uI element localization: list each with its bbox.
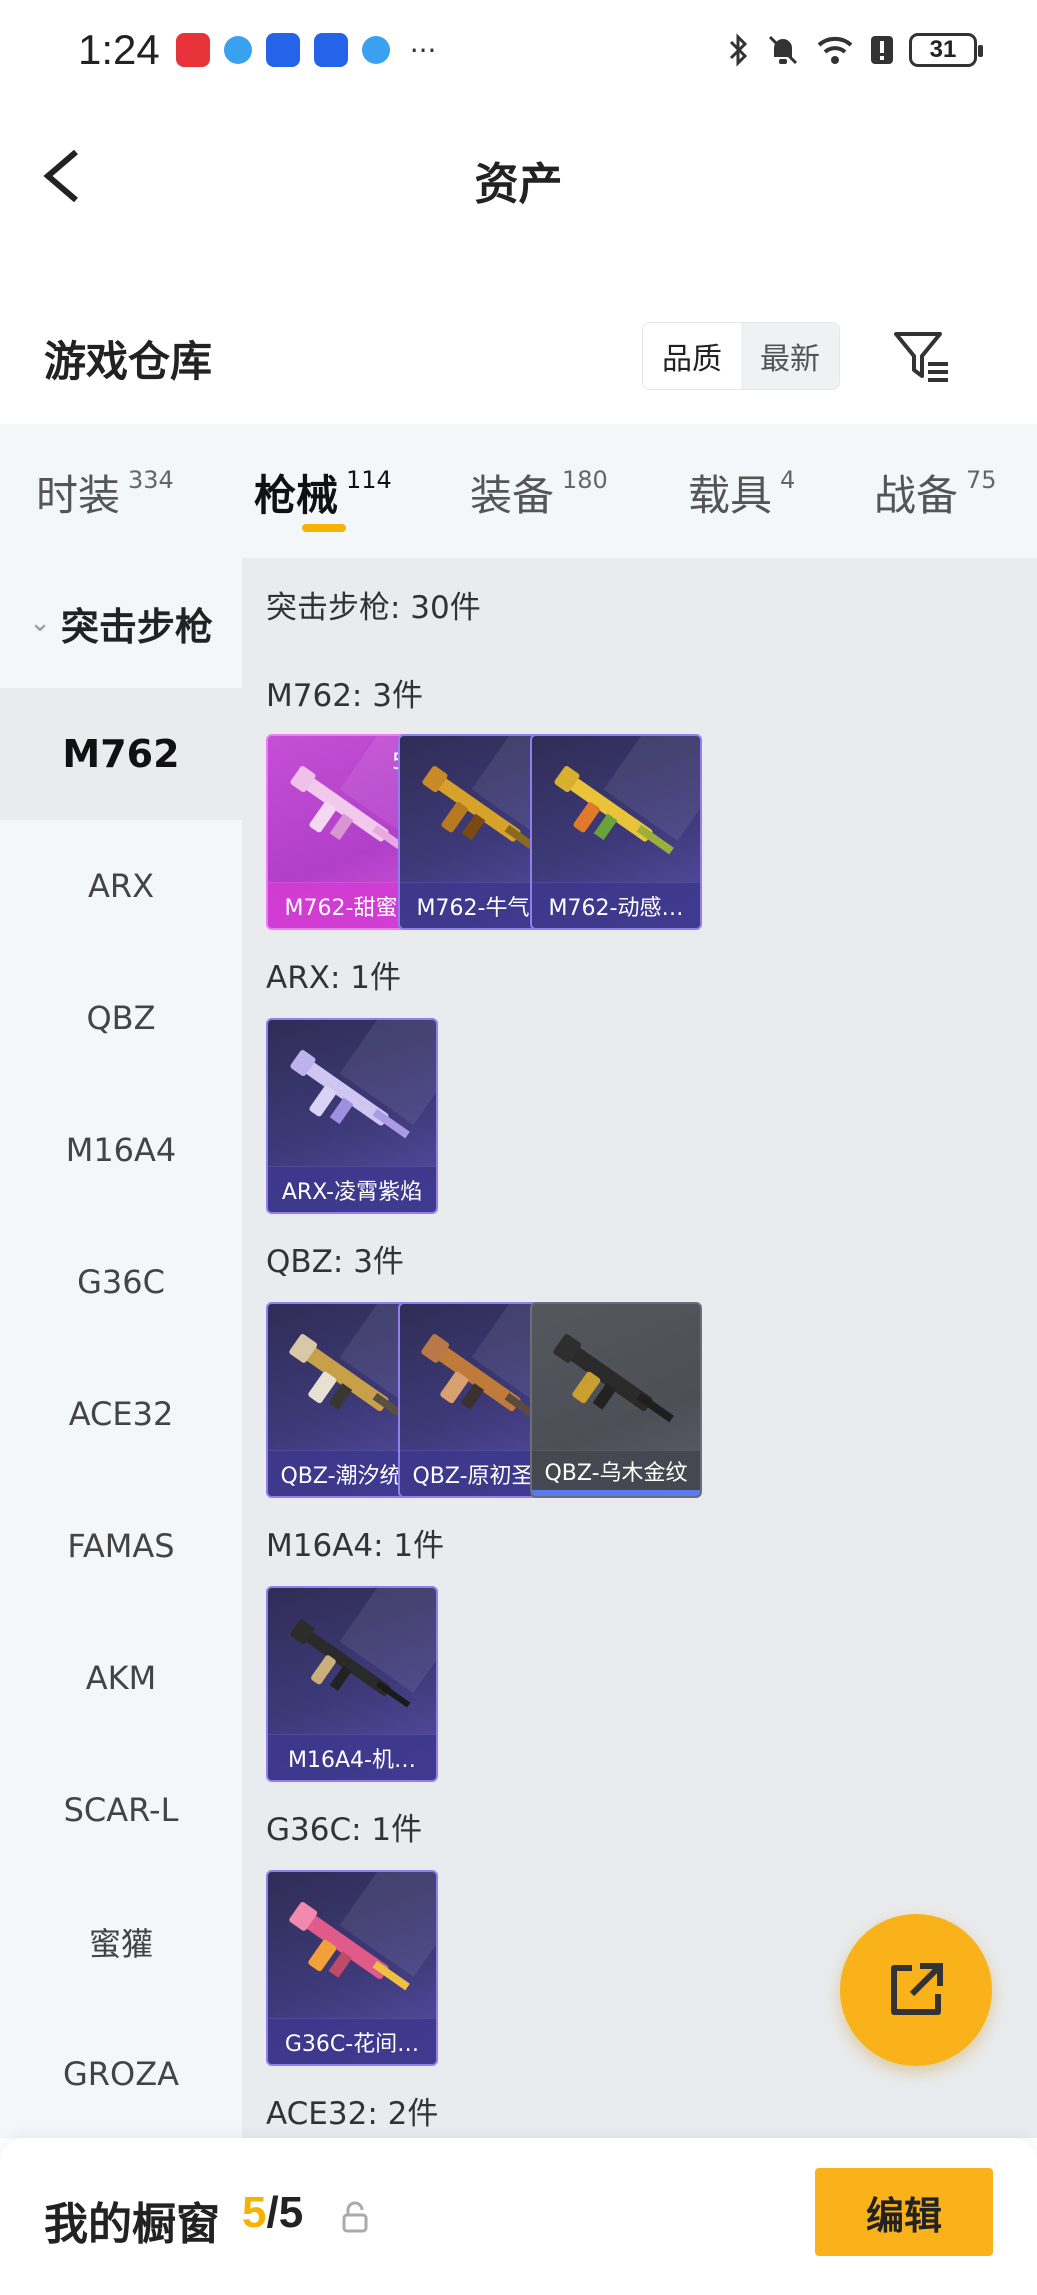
share-external-icon [891, 1963, 943, 2015]
section-title: M762: 3件 [266, 678, 423, 714]
bulb-app-icon-2 [313, 33, 348, 67]
tab-count: 180 [562, 466, 608, 494]
sidebar-item-g36c[interactable]: G36C [0, 1216, 242, 1348]
sidebar-item-akm[interactable]: AKM [0, 1612, 242, 1744]
tab-label: 战备 [874, 471, 959, 520]
section-title: M16A4: 1件 [266, 1528, 445, 1564]
sidebar-item-arx[interactable]: ARX [0, 820, 242, 952]
weapon-skin-card[interactable]: QBZ-乌木金纹 [530, 1302, 702, 1498]
lock-icon [342, 2201, 368, 2233]
category-tabs: 时装 334 枪械 114 装备 180 载具 4 战备 75 [0, 424, 1037, 558]
bulb-app-icon [265, 33, 300, 67]
tab-count: 75 [966, 466, 997, 494]
sidebar-item-honey-badger[interactable]: 蜜獾 [0, 1876, 242, 2008]
weapon-skin-card[interactable]: M16A4-机… [266, 1586, 438, 1782]
showcase-count-total: /5 [266, 2188, 304, 2237]
sort-toggle: 品质 最新 [642, 322, 840, 390]
tab-fashion[interactable]: 时装 334 [36, 462, 174, 523]
tab-supplies[interactable]: 战备 75 [874, 462, 997, 523]
tab-count: 4 [780, 466, 796, 494]
rifle-image [290, 1619, 411, 1708]
weapon-skin-card[interactable]: G36C-花间… [266, 1870, 438, 2066]
sidebar-item-scar-l[interactable]: SCAR-L [0, 1744, 242, 1876]
tab-vehicles[interactable]: 载具 4 [688, 462, 795, 523]
share-fab-button[interactable] [840, 1914, 992, 2066]
alert-icon [871, 36, 893, 64]
system-icons: 31 [727, 33, 983, 67]
section-title: ACE32: 2件 [266, 2096, 439, 2132]
tab-firearms[interactable]: 枪械 114 [254, 462, 392, 523]
sidebar-item-m762[interactable]: M762 [0, 688, 242, 820]
filter-button[interactable] [892, 326, 952, 386]
skin-name: M16A4-机… [268, 1734, 436, 1780]
status-time: 1:24 [78, 26, 160, 73]
mute-bell-icon [768, 35, 798, 65]
rifle-image [290, 1050, 410, 1139]
sidebar-item-famas[interactable]: FAMAS [0, 1480, 242, 1612]
tab-label: 枪械 [254, 471, 339, 520]
warehouse-title: 游戏仓库 [44, 337, 213, 386]
edit-button[interactable]: 编辑 [815, 2168, 993, 2256]
category-summary: 突击步枪: 30件 [266, 590, 481, 626]
battery-indicator: 31 [909, 33, 983, 67]
sort-by-quality[interactable]: 品质 [643, 323, 741, 389]
notification-icons: ··· [175, 33, 437, 67]
skin-name: ARX-凌霄紫焰 [268, 1166, 436, 1212]
battery-level: 31 [929, 36, 957, 63]
rifle-image [553, 1334, 674, 1423]
sidebar-group-assault-rifle[interactable]: ⌄ 突击步枪 [0, 558, 242, 688]
tab-label: 装备 [470, 471, 555, 520]
showcase-count: 5/5 [242, 2188, 303, 2238]
active-tab-indicator [302, 524, 346, 532]
chevron-down-icon: ⌄ [29, 608, 51, 638]
showcase-title: 我的橱窗 [44, 2199, 220, 2250]
rifle-image [554, 766, 674, 855]
filter-icon [894, 332, 948, 382]
sort-by-newest[interactable]: 最新 [741, 323, 839, 389]
skin-name: M762-动感… [532, 882, 700, 928]
tab-label: 载具 [688, 471, 773, 520]
tab-label: 时装 [36, 471, 121, 520]
showcase-bar: 我的橱窗 5/5 编辑 [0, 2138, 1037, 2295]
section-title: QBZ: 3件 [266, 1244, 404, 1280]
bluetooth-icon [729, 33, 748, 67]
browser-app-icon-2 [361, 36, 390, 64]
rifle-image [289, 1902, 410, 1991]
sidebar-item-ace32[interactable]: ACE32 [0, 1348, 242, 1480]
skin-name: G36C-花间… [268, 2018, 436, 2064]
weapon-skin-card[interactable]: M762-动感… [530, 734, 702, 930]
tab-count: 114 [346, 466, 392, 494]
tab-count: 334 [128, 466, 174, 494]
sidebar-item-m16a4[interactable]: M16A4 [0, 1084, 242, 1216]
skin-name: QBZ-乌木金纹 [532, 1450, 700, 1496]
app-header: 资产 [0, 110, 1037, 240]
huawei-app-icon [175, 33, 210, 67]
sidebar-group-label: 突击步枪 [60, 604, 213, 649]
status-bar: 1:24 ··· 31 [0, 0, 1037, 100]
section-title: G36C: 1件 [266, 1812, 423, 1848]
showcase-count-current: 5 [242, 2188, 267, 2237]
section-title: ARX: 1件 [266, 960, 402, 996]
sidebar-item-groza[interactable]: GROZA [0, 2008, 242, 2140]
wifi-icon [817, 36, 853, 64]
page-title: 资产 [474, 159, 563, 210]
more-notifications-icon: ··· [409, 33, 437, 67]
tab-equipment[interactable]: 装备 180 [470, 462, 608, 523]
browser-app-icon [223, 36, 252, 64]
weapon-sidebar: ⌄ 突击步枪 M762 ARX QBZ M16A4 G36C ACE32 FAM… [0, 558, 242, 2138]
weapon-skin-card[interactable]: ARX-凌霄紫焰 [266, 1018, 438, 1214]
sidebar-item-qbz[interactable]: QBZ [0, 952, 242, 1084]
weapon-list: 突击步枪: 30件 M762: 3件 5级 M762-甜蜜… M762-牛气… … [242, 558, 1037, 2138]
